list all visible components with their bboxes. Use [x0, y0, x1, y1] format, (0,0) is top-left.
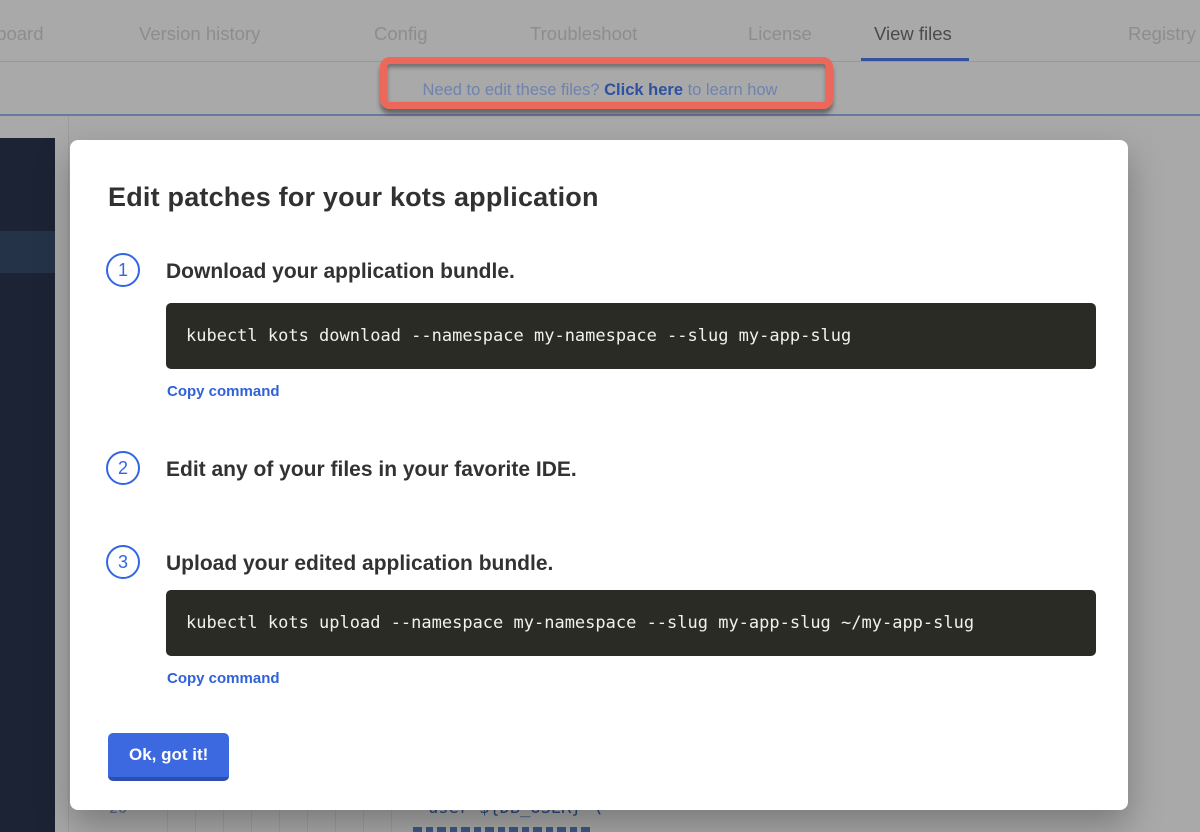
active-tab-underline — [861, 58, 969, 61]
step-1-text: Download your application bundle. — [166, 260, 515, 284]
tab-version-history[interactable]: Version history — [139, 23, 260, 45]
copy-upload-command-link[interactable]: Copy command — [167, 670, 280, 687]
copy-download-command-link[interactable]: Copy command — [167, 383, 280, 400]
tab-troubleshoot[interactable]: Troubleshoot — [530, 23, 637, 45]
download-command-block: kubectl kots download --namespace my-nam… — [166, 303, 1096, 369]
file-tree-sidebar — [0, 138, 55, 832]
tab-license[interactable]: License — [748, 23, 812, 45]
kots-admin-screen: Dashboard Version history Config Trouble… — [0, 0, 1200, 832]
step-3-text: Upload your edited application bundle. — [166, 552, 553, 576]
pane-divider — [68, 116, 69, 832]
editor-code-line-partial — [413, 827, 593, 832]
tab-view-files[interactable]: View files — [874, 23, 952, 45]
tab-dashboard[interactable]: Dashboard — [0, 23, 44, 45]
step-1-number-badge: 1 — [106, 253, 140, 287]
ok-got-it-button[interactable]: Ok, got it! — [108, 733, 229, 781]
modal-title: Edit patches for your kots application — [108, 182, 599, 213]
annotation-highlight-box — [380, 57, 833, 109]
tab-config[interactable]: Config — [374, 23, 427, 45]
step-2-number-badge: 2 — [106, 451, 140, 485]
step-3-number-badge: 3 — [106, 545, 140, 579]
step-2-text: Edit any of your files in your favorite … — [166, 458, 577, 482]
top-navbar: Dashboard Version history Config Trouble… — [0, 0, 1200, 62]
edit-patches-modal: Edit patches for your kots application 1… — [70, 140, 1128, 810]
file-tree-selected-item — [0, 231, 55, 273]
upload-command-block: kubectl kots upload --namespace my-names… — [166, 590, 1096, 656]
tab-registry-settings[interactable]: Registry settings — [1128, 23, 1200, 45]
